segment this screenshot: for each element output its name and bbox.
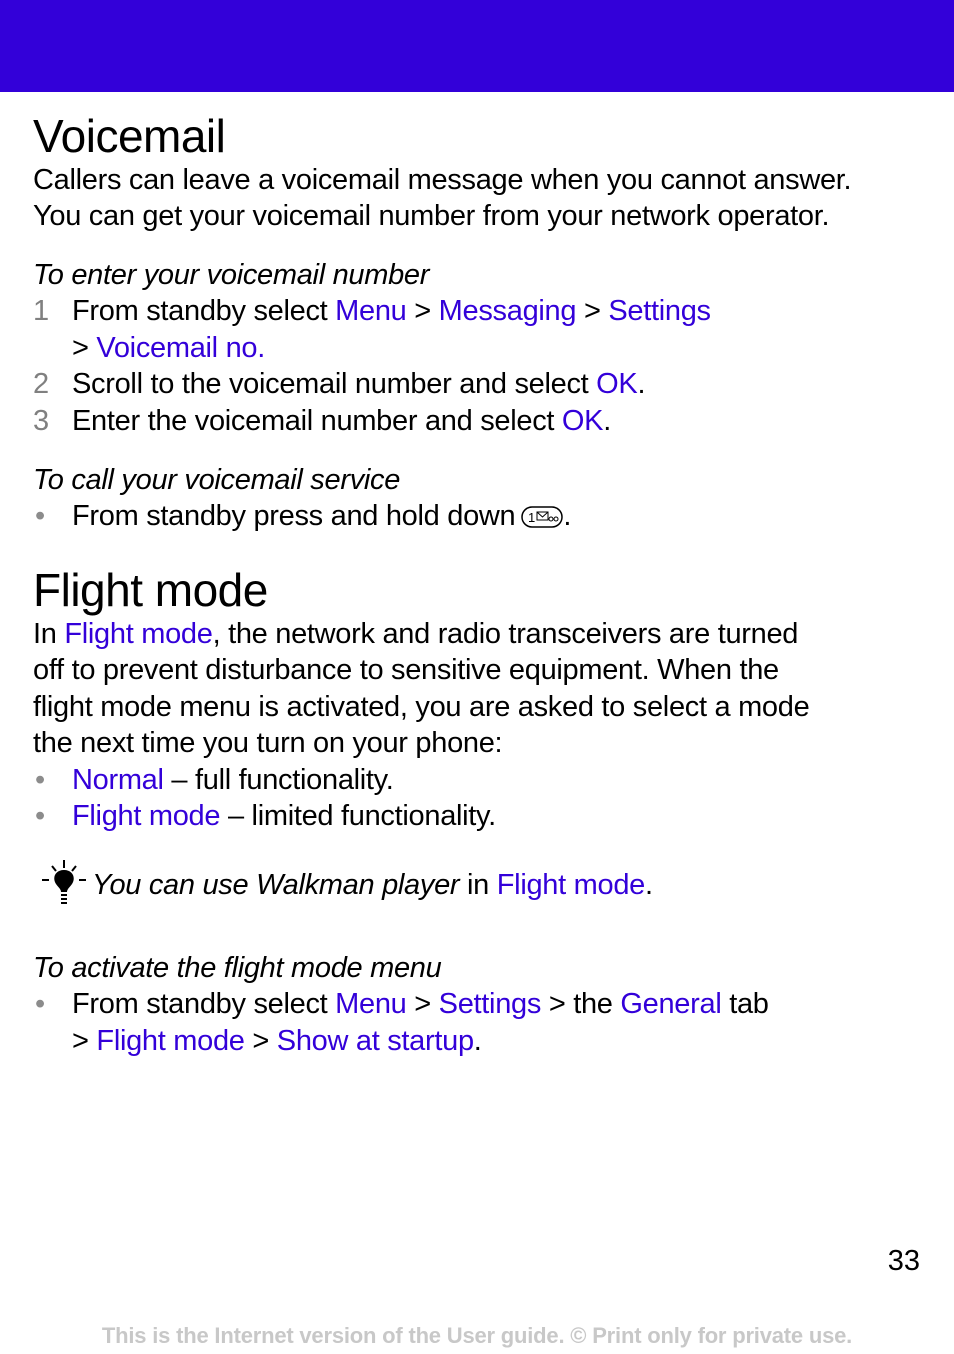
option-desc: – full functionality. — [163, 764, 394, 796]
flight-mode-link: Flight mode — [496, 869, 646, 901]
activate-bullet: • From standby select Menu > Settings > t… — [33, 986, 769, 1022]
step-number: 2 — [33, 368, 49, 400]
activate-bullet-continued: > Flight mode > Show at startup. — [33, 1023, 482, 1059]
voicemail-no-link: Voicemail no. — [96, 332, 265, 364]
tip-text: You can use Walkman player — [92, 869, 460, 901]
messaging-link: Messaging — [438, 295, 577, 327]
voicemail-intro-line1: Callers can leave a voicemail message wh… — [33, 164, 852, 196]
voicemail-title: Voicemail — [33, 110, 226, 162]
call-voicemail-heading: To call your voicemail service — [33, 464, 401, 496]
flight-mode-link: Flight mode — [64, 618, 213, 650]
flight-mode-link: Flight mode — [72, 800, 221, 832]
flight-intro-line3: flight mode menu is activated, you are a… — [33, 691, 810, 723]
period: . — [473, 1025, 482, 1057]
header-band — [0, 0, 954, 92]
step-number: 3 — [33, 405, 49, 437]
page-number: 33 — [887, 1245, 920, 1277]
settings-link: Settings — [608, 295, 711, 327]
menu-link: Menu — [335, 295, 407, 327]
period: . — [563, 500, 572, 532]
text: , the network and radio transceivers are… — [212, 618, 799, 650]
flight-mode-link: Flight mode — [96, 1025, 245, 1057]
svg-text:1: 1 — [528, 510, 535, 525]
step-text: Scroll to the voicemail number and selec… — [72, 368, 597, 400]
bullet-text: From standby press and hold down — [72, 500, 516, 532]
activate-flight-heading: To activate the flight mode menu — [33, 952, 442, 984]
text: tab — [721, 988, 769, 1020]
flight-mode-title: Flight mode — [33, 564, 268, 616]
call-voicemail-bullet: • From standby press and hold down 1. — [33, 498, 571, 534]
step-1: 1 From standby select Menu > Messaging > … — [33, 293, 711, 329]
option-flight-mode: • Flight mode – limited functionality. — [33, 798, 496, 834]
flight-intro-line1: In Flight mode, the network and radio tr… — [33, 616, 798, 652]
flight-intro-line4: the next time you turn on your phone: — [33, 727, 503, 759]
flight-intro-line2: off to prevent disturbance to sensitive … — [33, 654, 779, 686]
bullet: • — [35, 500, 45, 532]
period: . — [603, 405, 611, 437]
bullet: • — [35, 988, 45, 1020]
ok-link: OK — [561, 405, 604, 437]
settings-link: Settings — [438, 988, 542, 1020]
text: From standby select — [72, 988, 336, 1020]
show-at-startup-link: Show at startup — [276, 1025, 474, 1057]
key-1-voicemail-icon: 1 — [521, 501, 564, 528]
bullet: • — [35, 764, 45, 796]
separator: > — [406, 988, 439, 1020]
lightbulb-icon — [40, 858, 92, 908]
period: . — [637, 368, 646, 400]
option-desc: – limited functionality. — [220, 800, 496, 832]
general-link: General — [620, 988, 722, 1020]
step-1-continued: > Voicemail no. — [33, 330, 265, 366]
ok-link: OK — [596, 368, 638, 400]
period: . — [644, 869, 653, 901]
separator: > — [72, 1025, 97, 1057]
normal-link: Normal — [72, 764, 164, 796]
enter-voicemail-heading: To enter your voicemail number — [33, 259, 430, 291]
option-normal: • Normal – full functionality. — [33, 762, 394, 798]
separator: > — [244, 1025, 277, 1057]
separator: > — [406, 295, 439, 327]
tip: You can use Walkman player in Flight mod… — [40, 858, 653, 908]
text: > the — [541, 988, 621, 1020]
separator: > — [576, 295, 609, 327]
voicemail-intro-line2: You can get your voicemail number from y… — [33, 200, 830, 232]
separator: > — [72, 332, 97, 364]
step-text: Enter the voicemail number and select — [72, 405, 562, 437]
tip-text: in — [459, 869, 497, 901]
step-text: From standby select — [72, 295, 336, 327]
step-2: 2 Scroll to the voicemail number and sele… — [33, 366, 646, 402]
footer-notice: This is the Internet version of the User… — [101, 1323, 853, 1348]
menu-link: Menu — [335, 988, 407, 1020]
step-3: 3 Enter the voicemail number and select O… — [33, 403, 611, 439]
step-number: 1 — [33, 295, 49, 327]
bullet: • — [35, 800, 45, 832]
text: In — [33, 618, 65, 650]
